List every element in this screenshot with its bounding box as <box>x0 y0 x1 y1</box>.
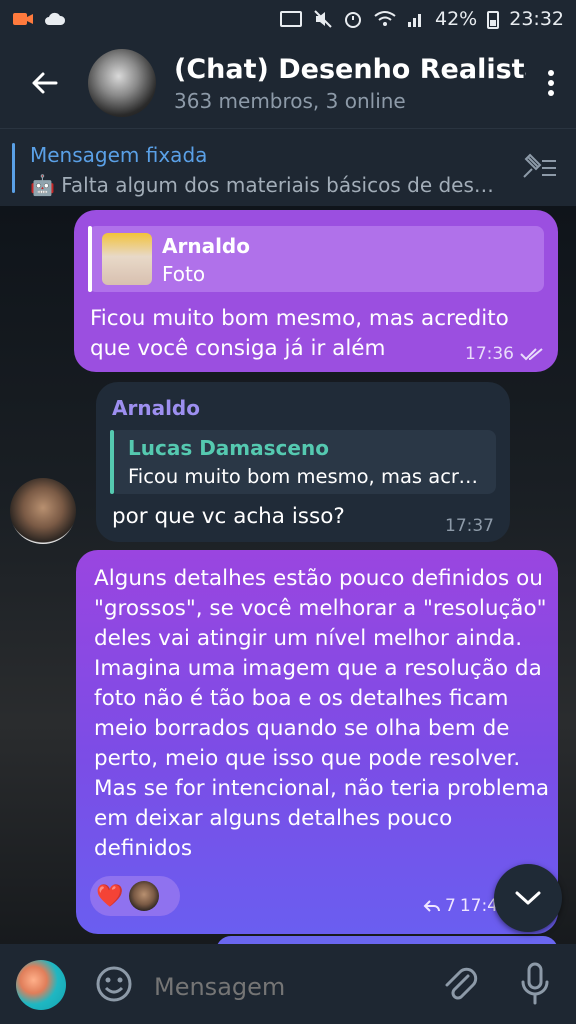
emoji-icon <box>96 966 132 1002</box>
sender-name[interactable]: Arnaldo <box>112 396 200 420</box>
attach-icon <box>445 967 478 1000</box>
pinned-label: Mensagem fixada <box>30 143 208 167</box>
reply-indicator <box>110 430 114 494</box>
back-arrow-icon <box>32 72 58 94</box>
reactor-avatar <box>129 881 160 911</box>
cloud-icon <box>45 12 66 25</box>
chat-title-area[interactable]: (Chat) Desenho Realista 363 membros, 3 o… <box>174 54 526 113</box>
double-check-icon <box>520 348 543 361</box>
incoming-message[interactable]: Arnaldo Lucas Damasceno Ficou muito bom … <box>96 382 510 542</box>
voice-message-button[interactable] <box>520 962 550 1010</box>
reply-photo-thumbnail <box>102 233 152 285</box>
more-options-button[interactable] <box>526 38 576 128</box>
more-vert-icon <box>548 70 554 96</box>
reply-preview[interactable]: Lucas Damasceno Ficou muito bom mesmo, m… <box>110 430 496 494</box>
reply-text: Ficou muito bom mesmo, mas acredito que … <box>128 465 488 488</box>
pinned-list-button[interactable] <box>518 151 558 187</box>
reply-preview[interactable]: Arnaldo Foto <box>88 226 544 292</box>
outgoing-message[interactable]: Alguns detalhes estão pouco definidos ou… <box>76 550 558 934</box>
outgoing-message[interactable]: Arnaldo Foto Ficou muito bom mesmo, mas … <box>74 210 558 372</box>
alarm-icon <box>345 12 361 28</box>
signal-icon <box>408 14 421 27</box>
sender-avatar[interactable] <box>10 478 76 544</box>
back-button[interactable] <box>0 38 88 128</box>
scroll-to-bottom-button[interactable] <box>494 864 562 932</box>
cast-icon <box>280 11 302 27</box>
emoji-button[interactable] <box>94 964 134 1008</box>
pinned-indicator <box>12 143 15 193</box>
video-recording-icon <box>13 13 33 25</box>
pinned-text: 🤖 Falta algum dos materiais básicos de d… <box>30 173 505 197</box>
reaction-chip[interactable]: ❤️ <box>90 876 180 916</box>
outgoing-message-partial[interactable] <box>216 936 558 944</box>
chat-subtitle: 363 membros, 3 online <box>174 88 406 113</box>
reply-indicator <box>88 226 92 292</box>
clock: 23:32 <box>509 8 564 30</box>
message-meta[interactable]: 7 17:4 <box>423 896 498 916</box>
reply-sender: Lucas Damasceno <box>128 436 329 460</box>
battery-icon <box>487 11 500 29</box>
wifi-icon <box>374 11 396 26</box>
message-text: Alguns detalhes estão pouco definidos ou… <box>94 566 550 861</box>
chat-title: (Chat) Desenho Realista <box>174 53 526 85</box>
pinned-message-bar[interactable]: Mensagem fixada 🤖 Falta algum dos materi… <box>0 128 576 206</box>
message-input[interactable] <box>152 966 436 1008</box>
message-meta: 17:36 <box>465 344 544 364</box>
message-time: 17:36 <box>465 344 514 364</box>
chat-header: (Chat) Desenho Realista 363 membros, 3 o… <box>0 38 576 128</box>
message-composer <box>0 944 576 1024</box>
battery-percent: 42% <box>435 8 478 30</box>
reply-sender: Arnaldo <box>162 234 250 258</box>
reply-icon <box>423 900 440 912</box>
mic-icon <box>521 962 549 1005</box>
reply-count: 7 <box>444 896 456 916</box>
chevron-down-icon <box>515 891 541 905</box>
group-avatar[interactable] <box>88 49 156 117</box>
heart-reaction-icon: ❤️ <box>96 883 124 909</box>
message-time: 17:4 <box>459 896 498 916</box>
message-time: 17:37 <box>445 516 494 536</box>
send-as-avatar[interactable] <box>16 960 66 1010</box>
attach-button[interactable] <box>442 964 478 1008</box>
message-text: por que vc acha isso? <box>112 504 345 529</box>
message-list[interactable]: Arnaldo Foto Ficou muito bom mesmo, mas … <box>0 206 576 944</box>
pin-list-icon <box>523 153 556 178</box>
reply-text: Foto <box>162 262 206 286</box>
status-bar: 42% 23:32 <box>0 0 576 38</box>
mute-icon <box>314 10 332 28</box>
